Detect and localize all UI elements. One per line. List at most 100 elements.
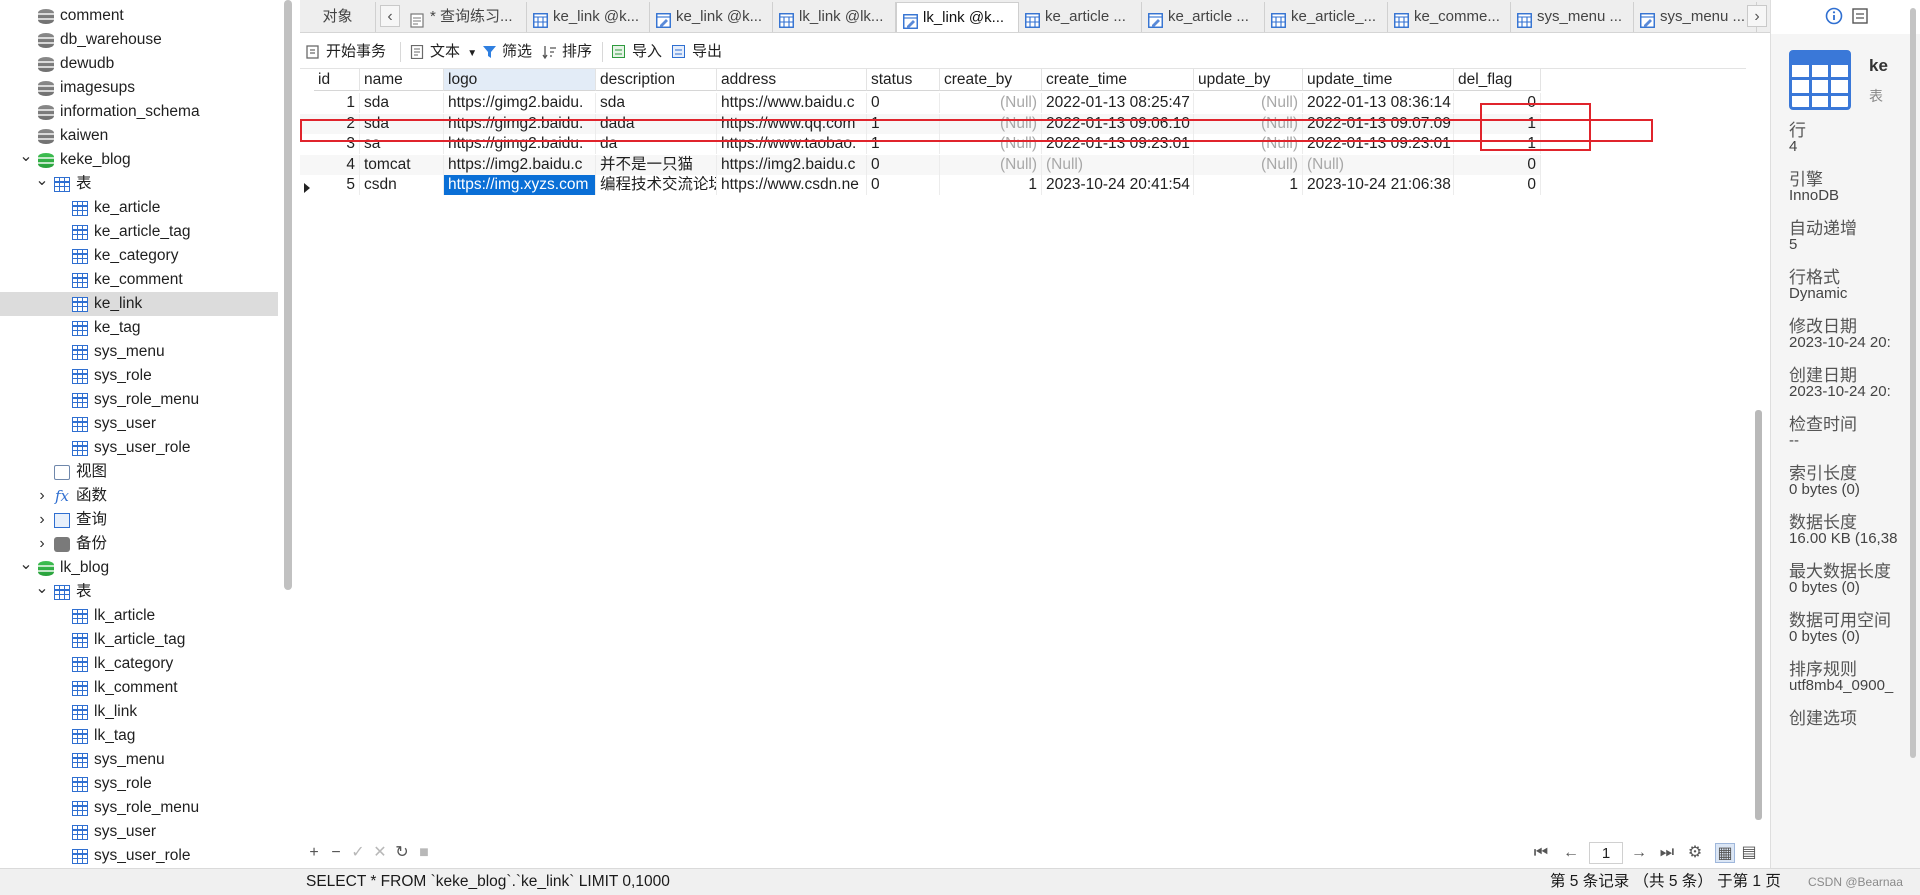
cell-del-flag[interactable]: 1 (1454, 113, 1541, 134)
navigator-item-ke_link[interactable]: ke_link (0, 292, 278, 316)
navigator-item-lk_comment[interactable]: lk_comment (0, 676, 278, 700)
tab-4[interactable]: lk_link @k... (896, 2, 1019, 32)
cell-id[interactable]: 3 (314, 134, 360, 154)
cell-description[interactable]: sda (596, 93, 717, 113)
grid-scrollbar[interactable] (1755, 410, 1762, 820)
cell-name[interactable]: sa (360, 134, 444, 154)
cell-description[interactable]: 并不是一只猫 (596, 154, 717, 175)
tab-10[interactable]: sys_menu ... (1634, 2, 1757, 32)
chevron-down-icon[interactable]: ⌄ (34, 580, 50, 598)
tab-1[interactable]: ke_link @k... (527, 2, 650, 32)
cell-del-flag[interactable]: 0 (1454, 175, 1541, 195)
cell-update-by[interactable]: (Null) (1194, 93, 1303, 113)
cell-id[interactable]: 4 (314, 154, 360, 175)
cell-name[interactable]: sda (360, 93, 444, 113)
tab-8[interactable]: ke_comme... (1388, 2, 1511, 32)
tab-6[interactable]: ke_article ... (1142, 2, 1265, 32)
table-row[interactable]: 1 sda https://gimg2.baidu. sda https://www.b… (300, 93, 1541, 113)
chevron-down-icon[interactable]: ⌄ (18, 148, 34, 166)
tab-0[interactable]: * 查询练习... (404, 2, 527, 32)
tab-2[interactable]: ke_link @k... (650, 2, 773, 32)
cell-update-time[interactable]: 2022-01-13 09:23:01 (1303, 134, 1454, 154)
text-view-button[interactable]: 文本 ▼ (408, 40, 477, 64)
navigator-item-[interactable]: ⌄ 表 (0, 580, 278, 604)
cell-name[interactable]: sda (360, 113, 444, 134)
navigator-item-lk_tag[interactable]: lk_tag (0, 724, 278, 748)
tab-3[interactable]: lk_link @lk... (773, 2, 896, 32)
column-header-id[interactable]: id (314, 69, 360, 91)
cell-id[interactable]: 2 (314, 113, 360, 134)
navigator-item-sys_role[interactable]: sys_role (0, 772, 278, 796)
navigator-item-sys_role[interactable]: sys_role (0, 364, 278, 388)
cell-description[interactable]: 编程技术交流论坛 (596, 175, 717, 195)
navigator-item-lk_link[interactable]: lk_link (0, 700, 278, 724)
cell-create-time[interactable]: 2023-10-24 20:41:54 (1042, 175, 1194, 195)
data-grid[interactable]: id name logo description address status create… (300, 68, 1746, 840)
column-header-del-flag[interactable]: del_flag (1454, 69, 1541, 91)
cell-create-by[interactable]: 1 (940, 175, 1042, 195)
cell-update-by[interactable]: 1 (1194, 175, 1303, 195)
navigator-item-[interactable]: ⌄ 表 (0, 172, 278, 196)
cell-status[interactable]: 0 (867, 93, 940, 113)
delete-record-icon[interactable]: − (326, 843, 346, 863)
cell-update-by[interactable]: (Null) (1194, 134, 1303, 154)
stop-icon[interactable]: ■ (414, 843, 434, 863)
chevron-right-icon[interactable]: › (34, 484, 50, 508)
navigator-item-ke_category[interactable]: ke_category (0, 244, 278, 268)
cell-description[interactable]: da (596, 134, 717, 154)
cell-status[interactable]: 0 (867, 154, 940, 175)
begin-transaction-button[interactable]: 开始事务 (304, 40, 386, 64)
cell-address[interactable]: https://www.taobao. (717, 134, 867, 154)
navigator-item-[interactable]: › 备份 (0, 532, 278, 556)
navigator-item-sys_role_menu[interactable]: sys_role_menu (0, 796, 278, 820)
chevron-down-icon[interactable]: ⌄ (34, 172, 50, 190)
cell-del-flag[interactable]: 0 (1454, 93, 1541, 113)
tab-5[interactable]: ke_article ... (1019, 2, 1142, 32)
tab-scroll-right-icon[interactable]: › (1747, 5, 1767, 27)
settings-gear-icon[interactable]: ⚙ (1685, 843, 1705, 863)
refresh-icon[interactable]: ↻ (392, 843, 412, 863)
first-page-icon[interactable]: ⏮ (1531, 843, 1551, 863)
column-header-status[interactable]: status (867, 69, 940, 91)
cell-id[interactable]: 5 (314, 175, 360, 195)
navigator-item-keke_blog[interactable]: ⌄ keke_blog (0, 148, 278, 172)
navigator-item-ke_comment[interactable]: ke_comment (0, 268, 278, 292)
last-page-icon[interactable]: ⏭ (1657, 843, 1677, 863)
cell-status[interactable]: 0 (867, 175, 940, 195)
navigator-item-ke_tag[interactable]: ke_tag (0, 316, 278, 340)
cell-description[interactable]: dada (596, 113, 717, 134)
column-header-description[interactable]: description (596, 69, 717, 91)
apply-changes-icon[interactable]: ✓ (348, 843, 368, 863)
navigator-item-sys_menu[interactable]: sys_menu (0, 748, 278, 772)
cell-update-time[interactable]: 2023-10-24 21:06:38 (1303, 175, 1454, 195)
navigator-item-sys_user[interactable]: sys_user (0, 412, 278, 436)
column-header-create-by[interactable]: create_by (940, 69, 1042, 91)
cell-create-by[interactable]: (Null) (940, 154, 1042, 175)
column-header-name[interactable]: name (360, 69, 444, 91)
tab-7[interactable]: ke_article_... (1265, 2, 1388, 32)
navigator-item-information_schema[interactable]: information_schema (0, 100, 278, 124)
navigator-item-lk_blog[interactable]: ⌄ lk_blog (0, 556, 278, 580)
navigator-item-ke_article_tag[interactable]: ke_article_tag (0, 220, 278, 244)
column-header-address[interactable]: address (717, 69, 867, 91)
navigator-item-[interactable]: › 查询 (0, 508, 278, 532)
navigator-item-dewudb[interactable]: dewudb (0, 52, 278, 76)
table-row[interactable]: 2 sda https://gimg2.baidu. dada https://www.… (300, 113, 1541, 134)
filter-button[interactable]: 筛选 (480, 40, 532, 64)
cell-name[interactable]: tomcat (360, 154, 444, 175)
cell-logo[interactable]: https://gimg2.baidu. (444, 93, 596, 113)
chevron-right-icon[interactable]: › (34, 508, 50, 532)
table-row[interactable]: 4 tomcat https://img2.baidu.c 并不是一只猫 https:/… (300, 154, 1541, 175)
cell-name[interactable]: csdn (360, 175, 444, 195)
cell-create-time[interactable]: 2022-01-13 08:25:47 (1042, 93, 1194, 113)
navigator-item-[interactable]: › fx 函数 (0, 484, 278, 508)
column-header-update-time[interactable]: update_time (1303, 69, 1454, 91)
navigator-item-sys_user_role[interactable]: sys_user_role (0, 436, 278, 460)
cell-update-time[interactable]: (Null) (1303, 154, 1454, 175)
navigator-item-sys_menu[interactable]: sys_menu (0, 340, 278, 364)
import-button[interactable]: 导入 (610, 40, 662, 64)
form-view-icon[interactable]: ▤ (1739, 843, 1759, 863)
page-number-input[interactable]: 1 (1589, 842, 1623, 864)
cell-update-time[interactable]: 2022-01-13 09:07:09 (1303, 113, 1454, 134)
navigator-item-[interactable]: 视图 (0, 460, 278, 484)
